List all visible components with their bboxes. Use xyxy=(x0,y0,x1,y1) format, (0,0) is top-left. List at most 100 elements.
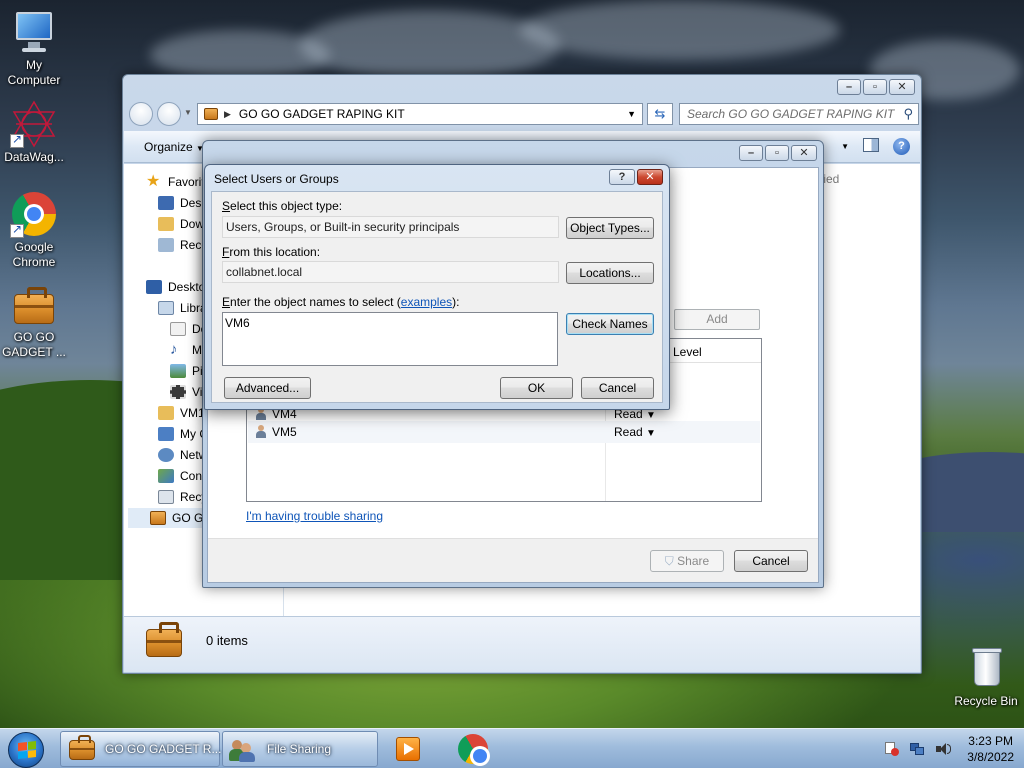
trouble-sharing-link[interactable]: I'm having trouble sharing xyxy=(246,509,383,523)
locations-button[interactable]: Locations... xyxy=(566,262,654,284)
refresh-button[interactable]: ⇆ xyxy=(647,103,673,125)
briefcase-icon xyxy=(10,280,58,328)
sharing-row[interactable]: VM5 Read ▼ xyxy=(248,421,760,443)
object-names-input[interactable]: VM6 xyxy=(222,312,558,366)
media-player-icon[interactable] xyxy=(396,737,420,761)
dialog-title: Select Users or Groups xyxy=(214,172,339,186)
nav-item-recent[interactable]: Rece xyxy=(158,235,208,255)
network-icon[interactable] xyxy=(909,741,925,757)
nav-item-network[interactable]: Netw xyxy=(158,445,207,465)
cancel-button[interactable]: Cancel xyxy=(581,377,654,399)
clock-time: 3:23 PM xyxy=(968,734,1013,748)
chrome-icon xyxy=(10,190,58,238)
preview-pane-icon[interactable] xyxy=(863,138,879,152)
taskbar: GO GO GADGET R... File Sharing 3:23 PM 3… xyxy=(0,728,1024,768)
forward-button[interactable] xyxy=(157,102,181,126)
recent-pages-icon[interactable]: ▼ xyxy=(184,108,192,117)
desktop-icon-my-computer[interactable]: My Computer xyxy=(0,8,70,88)
user-folder-icon xyxy=(158,406,174,420)
folder-icon xyxy=(204,108,218,120)
desktop-icon-label: Google Chrome xyxy=(12,240,56,269)
nav-item-desktop[interactable]: Deskto xyxy=(146,277,205,297)
address-bar[interactable]: ▶ GO GO GADGET RAPING KIT ▼ xyxy=(197,103,643,125)
nav-item-label: Deskto xyxy=(168,280,206,294)
help-button[interactable]: ? xyxy=(609,169,635,185)
user-icon xyxy=(256,425,266,438)
nav-item-vm1[interactable]: VM1 xyxy=(158,403,205,423)
desktop-icon-briefcase[interactable]: GO GO GADGET ... xyxy=(0,280,70,360)
back-button[interactable] xyxy=(129,102,153,126)
desktop-icon xyxy=(146,280,162,294)
minimize-icon: – xyxy=(845,80,853,93)
minimize-button[interactable]: – xyxy=(739,145,763,161)
desktop-icon-datawag[interactable]: DataWag... xyxy=(0,100,70,165)
window-controls: – ▫ ✕ xyxy=(837,79,915,95)
maximize-icon: ▫ xyxy=(775,146,779,159)
permission-level-header[interactable]: Level xyxy=(673,345,702,359)
close-icon: ✕ xyxy=(645,170,655,183)
search-icon[interactable]: ⚲ xyxy=(903,104,913,124)
object-type-label: Select this object type: xyxy=(222,199,343,213)
nav-item-favorites[interactable]: ★ Favorit xyxy=(146,172,205,192)
refresh-icon: ⇆ xyxy=(654,106,666,121)
chevron-down-icon: ▼ xyxy=(646,410,656,421)
help-icon: ? xyxy=(618,170,626,183)
nav-item-desktop-fav[interactable]: Desk xyxy=(158,193,207,213)
close-button[interactable]: ✕ xyxy=(791,145,817,161)
object-types-button[interactable]: Object Types... xyxy=(566,217,654,239)
shortcut-arrow-icon xyxy=(10,132,24,148)
taskbar-button-file-sharing[interactable]: File Sharing xyxy=(222,731,378,767)
system-tray: 3:23 PM 3/8/2022 xyxy=(873,729,1014,768)
close-icon: ✕ xyxy=(799,146,809,159)
videos-icon xyxy=(170,385,186,399)
views-dropdown-icon[interactable]: ▼ xyxy=(841,142,849,155)
taskbar-button-explorer[interactable]: GO GO GADGET R... xyxy=(60,731,221,767)
search-input[interactable]: Search GO GO GADGET RAPING KIT ⚲ xyxy=(679,103,919,125)
minimize-button[interactable]: – xyxy=(837,79,861,95)
nav-item-recycle-bin[interactable]: Recy xyxy=(158,487,207,507)
shortcut-arrow-icon xyxy=(10,222,24,238)
add-button[interactable]: Add xyxy=(674,309,760,330)
advanced-button[interactable]: Advanced... xyxy=(224,377,311,399)
nav-item-libraries[interactable]: Libra xyxy=(158,298,207,318)
cancel-button[interactable]: Cancel xyxy=(734,550,808,572)
details-pane: 0 items xyxy=(124,616,920,672)
desktop-icon-google-chrome[interactable]: Google Chrome xyxy=(0,190,70,270)
computer-icon xyxy=(10,8,58,56)
taskbar-button-label: File Sharing xyxy=(267,742,332,756)
clock[interactable]: 3:23 PM 3/8/2022 xyxy=(967,733,1014,765)
action-center-icon[interactable] xyxy=(883,741,900,757)
close-button[interactable]: ✕ xyxy=(889,79,915,95)
object-names-label: Enter the object names to select (exampl… xyxy=(222,295,460,309)
desktop-icon-label: Recycle Bin xyxy=(954,694,1018,708)
dropdown-arrow-icon[interactable]: ▼ xyxy=(627,109,636,119)
recent-icon xyxy=(158,238,174,252)
user-name: VM5 xyxy=(272,425,297,439)
nav-item-my-computer[interactable]: My C xyxy=(158,424,208,444)
window-controls: – ▫ ✕ xyxy=(739,145,817,161)
start-button[interactable] xyxy=(8,732,44,768)
check-names-button[interactable]: Check Names xyxy=(566,313,654,335)
organize-menu[interactable]: Organize ▼ xyxy=(144,140,204,154)
maximize-button[interactable]: ▫ xyxy=(863,79,887,95)
share-button[interactable]: ⛉ Share xyxy=(650,550,724,572)
library-icon xyxy=(158,301,174,315)
chrome-taskbar-icon[interactable] xyxy=(458,734,490,766)
breadcrumb-arrow-icon: ▶ xyxy=(224,108,231,119)
file-sharing-footer: ⛉ Share Cancel xyxy=(208,538,818,582)
volume-icon[interactable] xyxy=(935,741,952,757)
maximize-button[interactable]: ▫ xyxy=(765,145,789,161)
desktop-icon-label: My Computer xyxy=(7,58,61,87)
nav-item-control-panel[interactable]: Cont xyxy=(158,466,205,486)
desktop-icon-recycle-bin[interactable]: Recycle Bin xyxy=(950,644,1022,709)
documents-icon xyxy=(170,322,186,336)
ok-button[interactable]: OK xyxy=(500,377,573,399)
examples-link[interactable]: examples xyxy=(401,295,452,309)
help-icon[interactable]: ? xyxy=(893,138,910,155)
permission-level[interactable]: Read ▼ xyxy=(614,425,656,439)
minimize-icon: – xyxy=(747,146,755,159)
maximize-icon: ▫ xyxy=(873,80,877,93)
nav-item-downloads[interactable]: Dow xyxy=(158,214,204,234)
location-label: From this location: xyxy=(222,245,321,259)
close-button[interactable]: ✕ xyxy=(637,169,663,185)
